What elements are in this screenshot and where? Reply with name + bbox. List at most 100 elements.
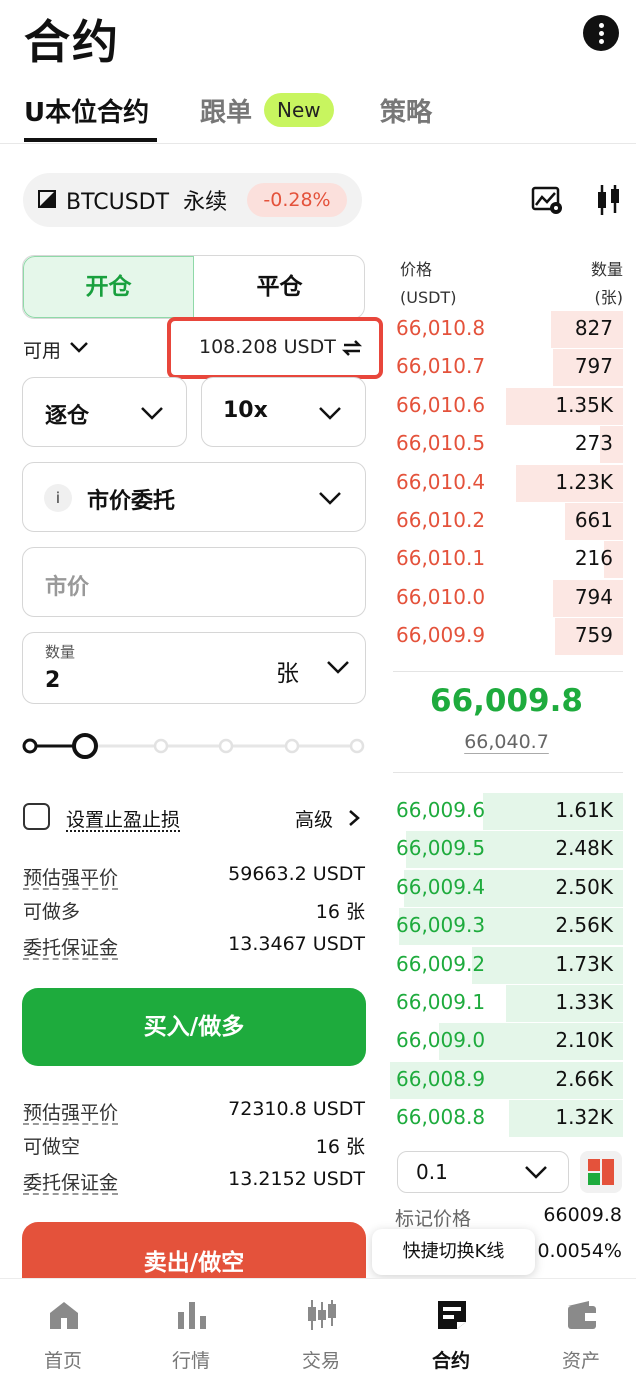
info-value: 16 张 — [316, 1132, 365, 1159]
nav-futures[interactable]: 合约 — [388, 1278, 514, 1378]
chevron-down-icon[interactable] — [326, 659, 350, 675]
open-position-tab[interactable]: 开仓 — [23, 256, 194, 318]
info-icon[interactable]: i — [44, 484, 72, 512]
available-balance: 108.208 USDT — [199, 336, 336, 358]
nav-home[interactable]: 首页 — [0, 1278, 126, 1378]
orderbook-row[interactable]: 66,009.3 2.56K — [390, 908, 623, 945]
orderbook-qty: 827 — [575, 316, 613, 340]
sell-short-button[interactable]: 卖出/做空 — [22, 1222, 366, 1278]
info-label[interactable]: 委托保证金 — [23, 933, 118, 960]
orderbook-row[interactable]: 66,010.0 794 — [390, 580, 623, 617]
orderbook-layout-button[interactable] — [580, 1151, 622, 1193]
tab-strategy[interactable]: 策略 — [380, 92, 432, 129]
orderbook-price: 66,010.2 — [396, 508, 485, 532]
chevron-right-icon[interactable] — [347, 808, 361, 828]
quantity-value[interactable]: 2 — [45, 668, 60, 693]
orderbook-row[interactable]: 66,009.0 2.10K — [390, 1023, 623, 1060]
margin-mode-value: 逐仓 — [45, 398, 89, 430]
info-value: 13.3467 USDT — [228, 933, 365, 955]
orderbook-qty: 1.73K — [555, 952, 613, 976]
divider — [393, 671, 623, 672]
orderbook-row[interactable]: 66,010.8 827 — [390, 311, 623, 348]
home-icon — [47, 1298, 81, 1332]
leverage-value: 10x — [223, 398, 268, 423]
orderbook-qty: 2.56K — [555, 913, 613, 937]
price-placeholder: 市价 — [45, 569, 89, 601]
buy-long-button[interactable]: 买入/做多 — [22, 988, 366, 1066]
funding-rate-value: 0.0054% — [537, 1240, 622, 1262]
orderbook-row[interactable]: 66,009.4 2.50K — [390, 870, 623, 907]
divider — [0, 143, 636, 144]
orderbook-qty: 1.61K — [555, 798, 613, 822]
chevron-down-icon — [140, 405, 164, 421]
tab-usdt-futures[interactable]: U本位合约 — [24, 92, 149, 129]
available-label[interactable]: 可用 — [23, 336, 61, 363]
orderbook-qty: 2.66K — [555, 1067, 613, 1091]
nav-market[interactable]: 行情 — [128, 1278, 254, 1378]
more-button[interactable] — [583, 15, 619, 51]
mark-price-value: 66009.8 — [543, 1204, 622, 1226]
info-value: 13.2152 USDT — [228, 1168, 365, 1190]
orderbook-row[interactable]: 66,010.1 216 — [390, 541, 623, 578]
market-icon — [175, 1298, 209, 1332]
orderbook-row[interactable]: 66,008.9 2.66K — [390, 1062, 623, 1099]
layout-icon — [580, 1151, 622, 1193]
chevron-down-icon[interactable] — [68, 338, 90, 356]
last-price: 66,009.8 — [390, 683, 623, 719]
orderbook-row[interactable]: 66,010.6 1.35K — [390, 388, 623, 425]
symbol-name: BTCUSDT 永续 — [66, 184, 227, 216]
info-label[interactable]: 委托保证金 — [23, 1168, 118, 1195]
orderbook-row[interactable]: 66,008.8 1.32K — [390, 1100, 623, 1137]
chevron-down-icon — [318, 490, 342, 506]
orderbook-price: 66,009.6 — [396, 798, 485, 822]
orderbook-row[interactable]: 66,010.4 1.23K — [390, 465, 623, 502]
orderbook-price: 66,009.1 — [396, 990, 485, 1014]
orderbook-row[interactable]: 66,010.5 273 — [390, 426, 623, 463]
chevron-down-icon — [524, 1164, 548, 1180]
orderbook-qty: 1.32K — [555, 1105, 613, 1129]
tab-copy-trading[interactable]: 跟单 — [200, 92, 252, 129]
info-value: 72310.8 USDT — [228, 1098, 365, 1120]
info-label[interactable]: 预估强平价 — [23, 1098, 118, 1125]
quantity-slider[interactable] — [22, 730, 366, 762]
nav-assets[interactable]: 资产 — [518, 1278, 636, 1378]
orderbook-row[interactable]: 66,010.2 661 — [390, 503, 623, 540]
orderbook-row[interactable]: 66,009.1 1.33K — [390, 985, 623, 1022]
chevron-down-icon — [318, 405, 342, 421]
nav-trade[interactable]: 交易 — [258, 1278, 384, 1378]
order-type-value: 市价委托 — [87, 483, 175, 515]
orderbook-row[interactable]: 66,009.6 1.61K — [390, 793, 623, 830]
info-label: 可做空 — [23, 1132, 80, 1159]
orderbook-qty: 759 — [575, 623, 613, 647]
mark-price-label[interactable]: 标记价格 — [395, 1204, 471, 1231]
symbol-icon — [38, 190, 56, 208]
info-label[interactable]: 预估强平价 — [23, 863, 118, 890]
orderbook-price: 66,009.0 — [396, 1028, 485, 1052]
orderbook-row[interactable]: 66,010.7 797 — [390, 349, 623, 386]
futures-icon — [435, 1298, 469, 1332]
orderbook-price: 66,010.5 — [396, 431, 485, 455]
depth-step-value: 0.1 — [416, 1160, 448, 1184]
candlestick-icon[interactable] — [596, 183, 622, 217]
chart-settings-icon[interactable] — [531, 185, 563, 215]
orderbook-price: 66,010.1 — [396, 546, 485, 570]
tpsl-checkbox[interactable] — [23, 803, 50, 830]
orderbook-qty-header: 数量 (张) — [591, 256, 623, 312]
orderbook-qty: 2.50K — [555, 875, 613, 899]
mark-price[interactable]: 66,040.7 — [390, 731, 623, 753]
swap-icon[interactable] — [341, 338, 363, 358]
orderbook-qty: 1.23K — [555, 470, 613, 494]
order-type-select[interactable] — [22, 462, 366, 532]
tpsl-label[interactable]: 设置止盈止损 — [66, 805, 180, 832]
orderbook-row[interactable]: 66,009.9 759 — [390, 618, 623, 655]
orderbook-qty: 1.35K — [555, 393, 613, 417]
new-badge: New — [264, 93, 334, 127]
quantity-unit[interactable]: 张 — [276, 654, 299, 688]
orderbook-price: 66,009.2 — [396, 952, 485, 976]
orderbook-row[interactable]: 66,009.2 1.73K — [390, 947, 623, 984]
close-position-tab[interactable]: 平仓 — [194, 256, 365, 318]
orderbook-row[interactable]: 66,009.5 2.48K — [390, 831, 623, 868]
advanced-label[interactable]: 高级 — [295, 805, 333, 832]
orderbook-price: 66,009.4 — [396, 875, 485, 899]
orderbook-price: 66,008.8 — [396, 1105, 485, 1129]
